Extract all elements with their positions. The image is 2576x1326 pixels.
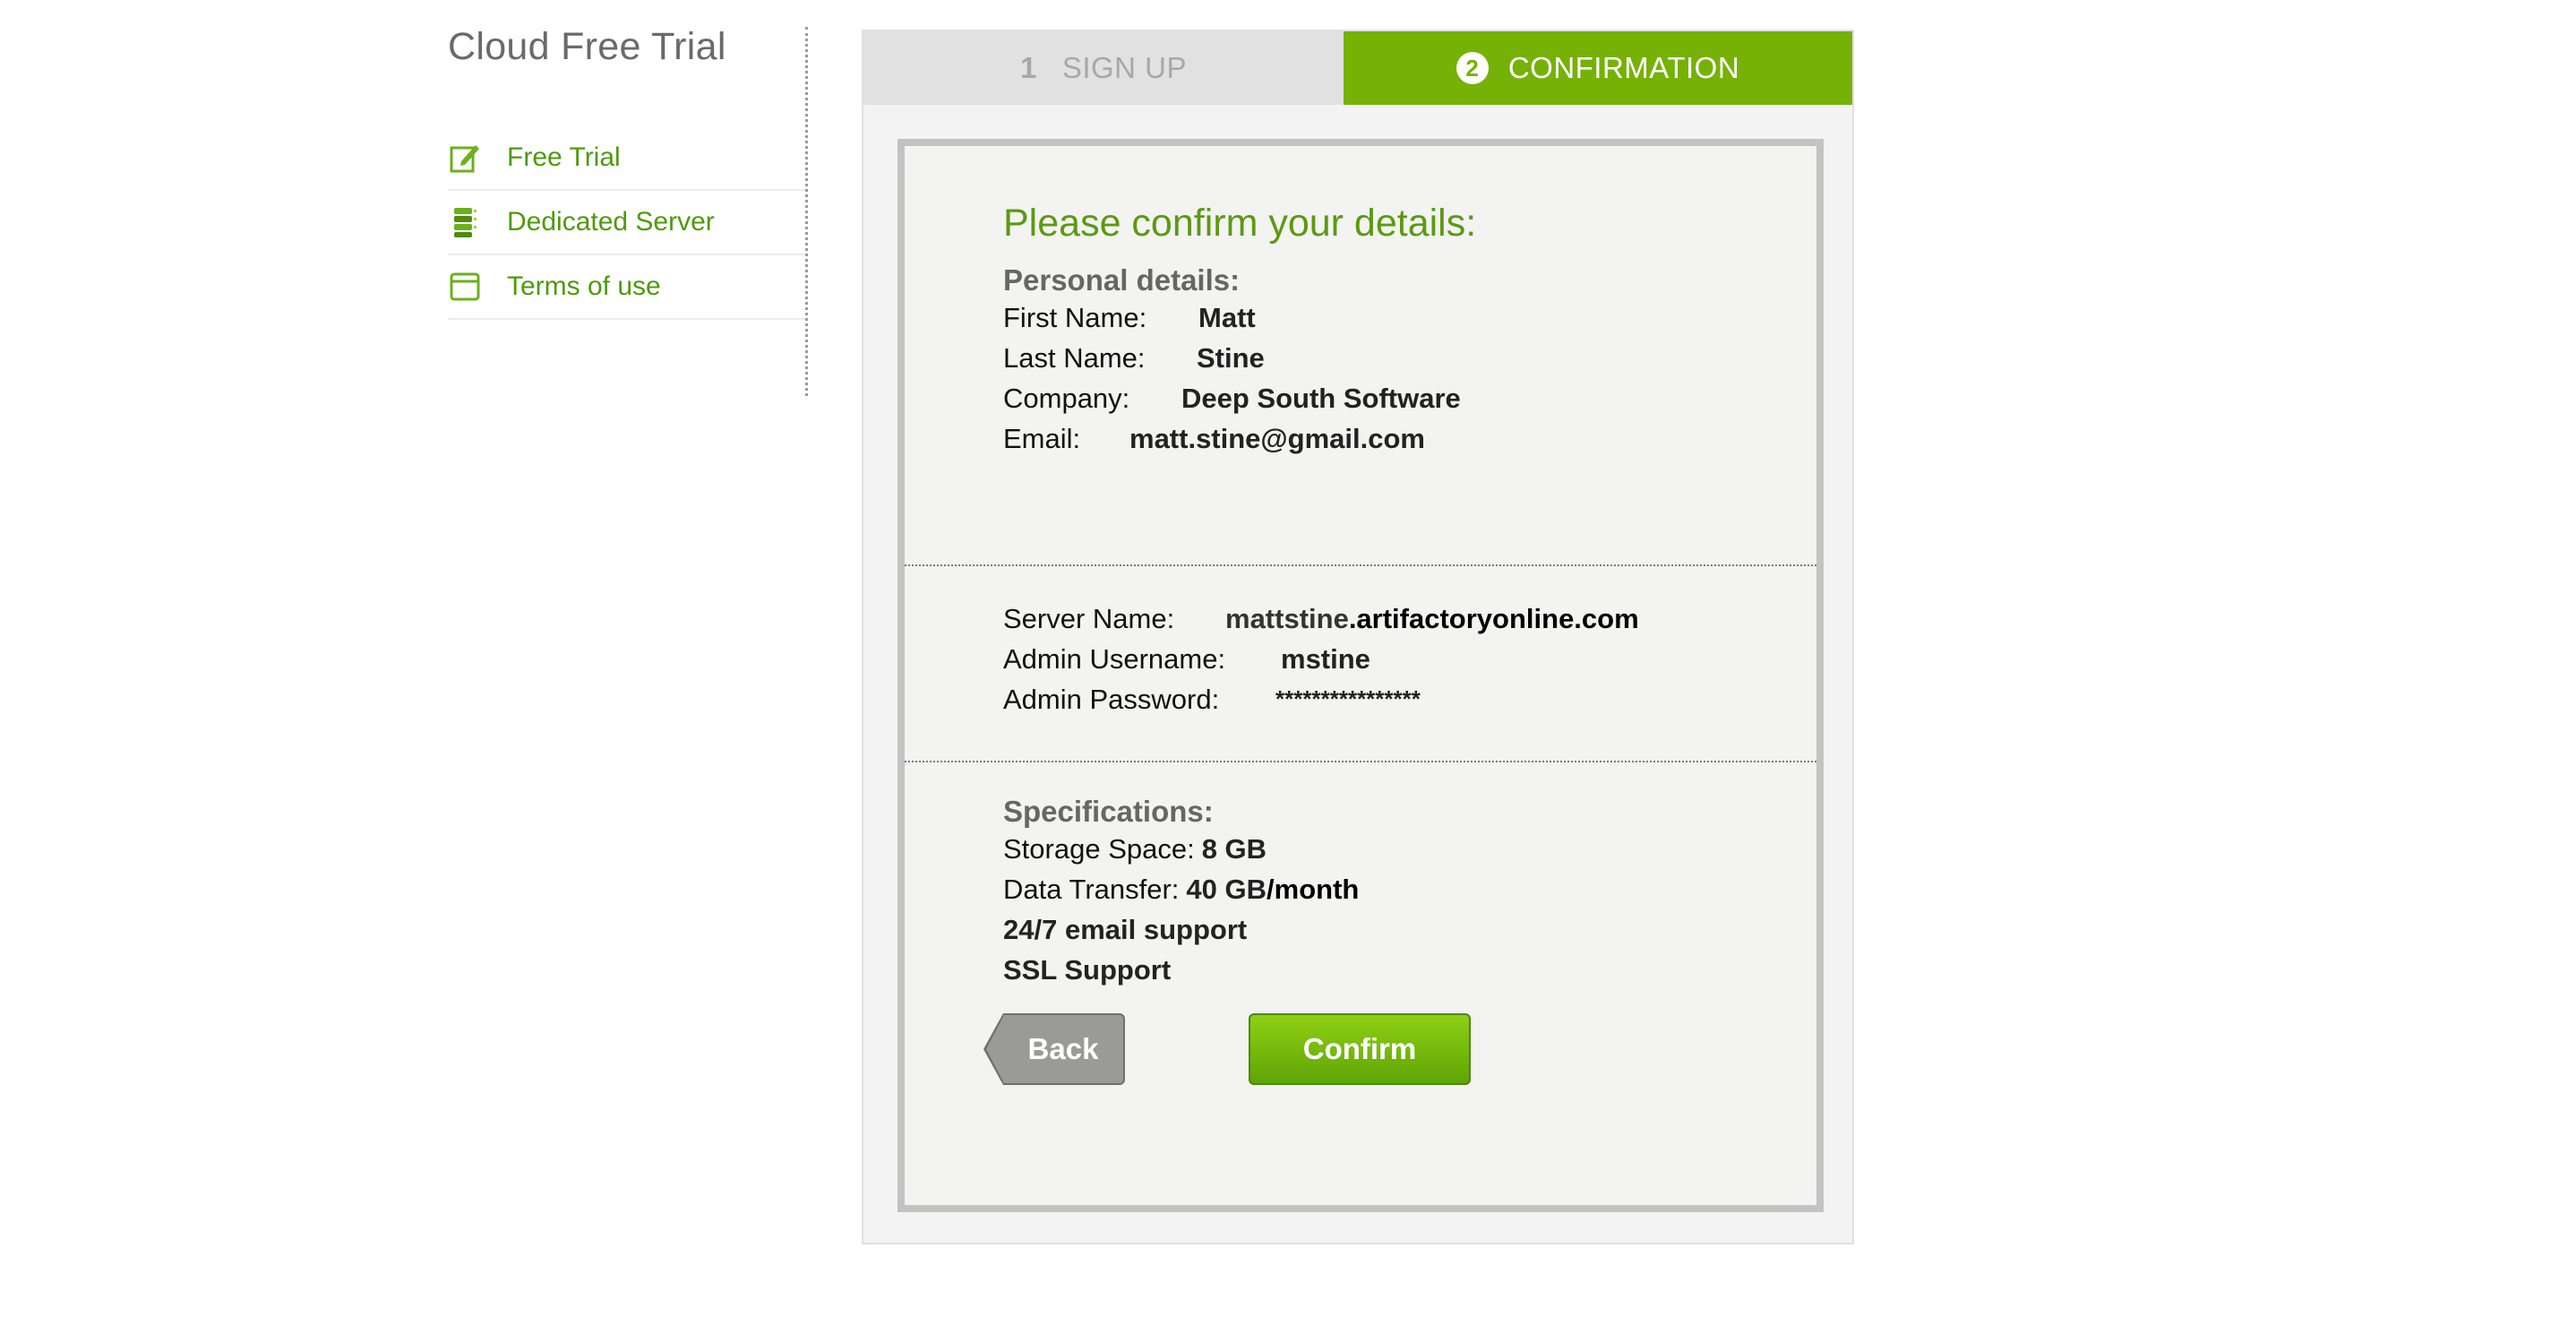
storage-row: Storage Space: 8 GB [1003,829,1816,869]
step-label: CONFIRMATION [1507,51,1740,84]
specs-section: Specifications: Storage Space: 8 GB Data… [905,762,1816,990]
admin-password-value: **************** [1275,685,1421,712]
last-name-label: Last Name: [1003,342,1146,374]
transfer-label: Data Transfer: [1003,874,1180,905]
document-icon [448,270,482,304]
server-icon [448,205,482,239]
first-name-value: Matt [1198,302,1256,333]
back-button[interactable]: Back [983,1013,1125,1085]
admin-username-row: Admin Username: mstine [1003,639,1816,679]
storage-label: Storage Space: [1003,833,1195,865]
server-name-label: Server Name: [1003,603,1175,634]
admin-password-label: Admin Password: [1003,684,1220,715]
specifications-title: Specifications: [1003,795,1214,828]
sidebar-item-label: Terms of use [507,271,661,301]
storage-value: 8 GB [1201,833,1267,865]
sidebar-item-terms-of-use[interactable]: Terms of use [448,255,806,320]
server-subdomain: mattstine [1225,603,1349,634]
page-title: Please confirm your details: [1003,202,1477,245]
email-value: matt.stine@gmail.com [1129,423,1425,454]
step-number-badge: 2 [1455,52,1489,84]
support-row: 24/7 email support [1003,909,1816,950]
step-label: SIGN UP [1061,51,1188,84]
company-label: Company: [1003,383,1130,414]
ssl-row: SSL Support [1003,950,1816,990]
first-name-row: First Name: Matt [1003,297,1816,338]
personal-section: Please confirm your details: Personal de… [905,202,1816,564]
sidebar-item-label: Free Trial [507,142,621,172]
sidebar-divider [805,27,808,396]
sidebar-item-free-trial[interactable]: Free Trial [448,126,806,191]
sidebar-item-label: Dedicated Server [507,207,715,237]
signup-wizard: 1 SIGN UP 2 CONFIRMATION Please confirm … [862,30,1854,1244]
admin-username-label: Admin Username: [1003,643,1226,675]
ssl-value: SSL Support [1003,954,1172,986]
wizard-steps: 1 SIGN UP 2 CONFIRMATION [863,31,1852,105]
confirm-button-label: Confirm [1302,1032,1417,1065]
back-button-label: Back [1027,1032,1099,1065]
transfer-unit: /month [1267,874,1360,905]
server-name-row: Server Name: mattstine.artifactoryonline… [1003,598,1816,639]
transfer-value: 40 GB [1186,874,1267,905]
sidebar: Cloud Free Trial Free Trial Dedicated Se… [448,25,806,320]
step-sign-up: 1 SIGN UP [863,31,1344,105]
last-name-row: Last Name: Stine [1003,338,1816,378]
sidebar-item-dedicated-server[interactable]: Dedicated Server [448,191,806,255]
transfer-row: Data Transfer: 40 GB /month [1003,869,1816,909]
step-confirmation: 2 CONFIRMATION [1344,31,1852,105]
last-name-value: Stine [1197,342,1265,374]
server-domain: .artifactoryonline.com [1348,603,1639,634]
email-label: Email: [1003,423,1081,454]
server-section: Server Name: mattstine.artifactoryonline… [905,566,1816,761]
edit-icon [448,141,482,175]
email-row: Email: matt.stine@gmail.com [1003,418,1816,459]
confirmation-panel: Please confirm your details: Personal de… [897,139,1824,1212]
first-name-label: First Name: [1003,302,1147,333]
admin-username-value: mstine [1281,643,1370,675]
support-value: 24/7 email support [1003,914,1248,945]
personal-details-title: Personal details: [1003,263,1241,297]
sidebar-title: Cloud Free Trial [448,25,726,68]
confirm-button[interactable]: Confirm [1249,1013,1471,1085]
server-name-value: mattstine.artifactoryonline.com [1225,598,1639,639]
company-value: Deep South Software [1181,383,1461,414]
admin-password-row: Admin Password: **************** [1003,679,1816,719]
company-row: Company: Deep South Software [1003,378,1816,418]
step-number: 1 [1019,51,1037,84]
